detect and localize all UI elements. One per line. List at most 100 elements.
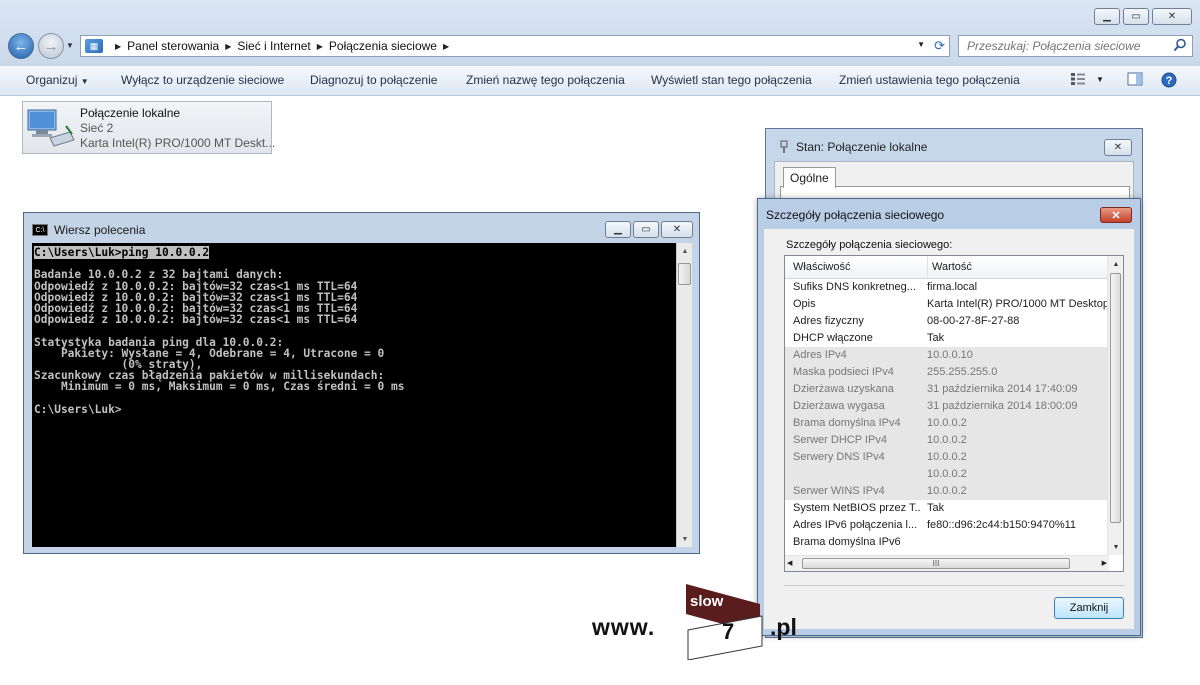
details-body: Szczegóły połączenia sieciowego: Właściw… <box>764 229 1134 629</box>
view-status-button[interactable]: Wyświetl stan tego połączenia <box>651 73 812 87</box>
control-panel-icon: ▦ <box>85 39 103 53</box>
details-row[interactable]: Dzierżawa wygasa 31 października 2014 18:… <box>785 398 1109 415</box>
details-divider <box>784 585 1124 586</box>
breadcrumb: ▶ Panel sterowania ▶ Sieć i Internet ▶ P… <box>115 39 450 53</box>
forward-button[interactable]: → <box>38 33 64 59</box>
cmd-line <box>34 325 674 336</box>
scroll-up-icon[interactable]: ▲ <box>677 243 693 259</box>
details-list-header: Właściwość Wartość <box>785 256 1109 279</box>
rename-button[interactable]: Zmień nazwę tego połączenia <box>466 73 625 87</box>
cmd-console-output[interactable]: C:\Users\Luk>ping 10.0.0.2 Badanie 10.0.… <box>32 243 676 547</box>
details-row[interactable]: Sufiks DNS konkretneg... firma.local <box>785 279 1109 296</box>
window-caption-buttons: ▁ ▭ ✕ <box>1094 8 1192 25</box>
details-row[interactable]: Serwer DHCP IPv4 10.0.0.2 <box>785 432 1109 449</box>
connection-network: Sieć 2 <box>80 121 114 135</box>
details-title: Szczegóły połączenia sieciowego <box>766 208 945 222</box>
cmd-icon: C:\ <box>32 224 48 236</box>
refresh-icon[interactable]: ⟳ <box>934 38 945 54</box>
minimize-button[interactable]: ▁ <box>1094 8 1120 25</box>
status-titlebar: Stan: Połączenie lokalne <box>778 140 927 154</box>
address-bar[interactable]: ▦ ▶ Panel sterowania ▶ Sieć i Internet ▶… <box>80 35 950 57</box>
cmd-scroll-thumb[interactable] <box>678 263 691 285</box>
change-settings-button[interactable]: Zmień ustawienia tego połączenia <box>839 73 1020 87</box>
breadcrumb-network-connections[interactable]: Połączenia sieciowe <box>329 39 437 53</box>
disable-device-button[interactable]: Wyłącz to urządzenie sieciowe <box>121 73 284 87</box>
details-hscroll-thumb[interactable]: III <box>802 558 1070 569</box>
breadcrumb-network-internet[interactable]: Sieć i Internet <box>237 39 310 53</box>
cmd-line: C:\Users\Luk> <box>34 402 122 416</box>
details-rows: Sufiks DNS konkretneg... firma.local Opis… <box>785 279 1109 551</box>
connection-adapter: Karta Intel(R) PRO/1000 MT Deskt... <box>80 136 276 150</box>
connection-details-dialog[interactable]: Szczegóły połączenia sieciowego ✕ Szczeg… <box>757 198 1141 636</box>
search-box[interactable] <box>958 35 1193 57</box>
details-row[interactable]: Serwery DNS IPv4 10.0.0.2 <box>785 449 1109 466</box>
maximize-button[interactable]: ▭ <box>1123 8 1149 25</box>
network-plug-icon <box>780 140 788 153</box>
diagnose-button[interactable]: Diagnozuj to połączenie <box>310 73 437 87</box>
column-header-value[interactable]: Wartość <box>927 256 972 278</box>
slow7-watermark-logo: www. slow 7 .pl <box>592 584 822 664</box>
details-row[interactable]: Brama domyślna IPv6 <box>785 534 1109 551</box>
back-button[interactable]: ← <box>8 33 34 59</box>
details-close-button[interactable]: ✕ <box>1100 207 1132 223</box>
cmd-line: Odpowiedź z 10.0.0.2: bajtów=32 czas<1 m… <box>34 313 358 327</box>
details-row[interactable]: Adres fizyczny 08-00-27-8F-27-88 <box>785 313 1109 330</box>
details-row[interactable]: Adres IPv4 10.0.0.10 <box>785 347 1109 364</box>
command-prompt-window[interactable]: C:\ Wiersz polecenia ▁ ▭ ✕ C:\Users\Luk>… <box>23 212 700 554</box>
scroll-right-icon[interactable]: ▶ <box>1102 559 1107 567</box>
breadcrumb-control-panel[interactable]: Panel sterowania <box>127 39 219 53</box>
details-vscroll-thumb[interactable] <box>1110 273 1121 523</box>
details-row[interactable]: Opis Karta Intel(R) PRO/1000 MT Desktop <box>785 296 1109 313</box>
cmd-minimize-button[interactable]: ▁ <box>605 221 631 238</box>
status-title: Stan: Połączenie lokalne <box>796 140 928 154</box>
details-row[interactable]: Brama domyślna IPv4 10.0.0.2 <box>785 415 1109 432</box>
details-row[interactable]: Serwer WINS IPv4 10.0.0.2 <box>785 483 1109 500</box>
scroll-down-icon[interactable]: ▼ <box>677 531 693 547</box>
close-dialog-button[interactable]: Zamknij <box>1054 597 1124 619</box>
cmd-scrollbar[interactable]: ▲ ▼ <box>676 243 692 547</box>
cmd-close-button[interactable]: ✕ <box>661 221 693 238</box>
help-icon[interactable]: ? <box>1161 72 1177 88</box>
cmd-titlebar: C:\ Wiersz polecenia <box>32 223 145 237</box>
column-header-property[interactable]: Właściwość <box>793 261 850 273</box>
close-button[interactable]: ✕ <box>1152 8 1192 25</box>
details-horizontal-scrollbar[interactable]: ◀ III ▶ <box>785 555 1109 571</box>
organize-menu[interactable]: Organizuj ▼ <box>26 73 89 87</box>
details-list[interactable]: Właściwość Wartość Sufiks DNS konkretneg… <box>784 255 1124 572</box>
view-dropdown-icon[interactable]: ▼ <box>1096 75 1104 84</box>
details-label: Szczegóły połączenia sieciowego: <box>786 239 953 251</box>
cmd-line: Badanie 10.0.0.2 z 32 bajtami danych: <box>34 268 284 282</box>
watermark-suffix: .pl <box>770 614 797 640</box>
scroll-left-icon[interactable]: ◀ <box>787 559 792 567</box>
tab-general[interactable]: Ogólne <box>783 167 836 188</box>
svg-text:?: ? <box>1166 75 1173 87</box>
preview-pane-icon[interactable] <box>1127 72 1143 86</box>
details-row[interactable]: DHCP włączone Tak <box>785 330 1109 347</box>
cmd-caption-buttons: ▁ ▭ ✕ <box>605 221 693 238</box>
cmd-maximize-button[interactable]: ▭ <box>633 221 659 238</box>
search-input[interactable] <box>965 38 1169 54</box>
watermark-badge-top: slow <box>690 593 724 610</box>
address-row: ← → ▼ ▦ ▶ Panel sterowania ▶ Sieć i Inte… <box>8 32 1193 60</box>
details-row[interactable]: System NetBIOS przez T... Tak <box>785 500 1109 517</box>
status-close-button[interactable]: ✕ <box>1104 139 1132 156</box>
scroll-up-icon[interactable]: ▲ <box>1108 256 1123 272</box>
recent-pages-dropdown[interactable]: ▼ <box>66 41 74 50</box>
network-connection-item[interactable]: Połączenie lokalne Sieć 2 Karta Intel(R)… <box>22 101 276 154</box>
cmd-line: C:\Users\Luk>ping 10.0.0.2 <box>34 246 210 259</box>
connection-name: Połączenie lokalne <box>80 106 181 120</box>
command-bar: Organizuj ▼ Wyłącz to urządzenie sieciow… <box>0 66 1200 96</box>
address-dropdown-icon[interactable]: ▼ <box>917 40 925 49</box>
cmd-title: Wiersz polecenia <box>54 223 146 237</box>
details-row[interactable]: Adres IPv6 połączenia l... fe80::d96:2c44… <box>785 517 1109 534</box>
search-icon[interactable] <box>1173 38 1187 52</box>
details-vertical-scrollbar[interactable]: ▲ ▼ <box>1107 256 1123 555</box>
details-row[interactable]: Maska podsieci IPv4 255.255.255.0 <box>785 364 1109 381</box>
details-row[interactable]: 10.0.0.2 <box>785 466 1109 483</box>
cmd-line: Minimum = 0 ms, Maksimum = 0 ms, Czas śr… <box>34 380 405 394</box>
view-options: ▼ <box>1070 72 1104 86</box>
scroll-down-icon[interactable]: ▼ <box>1108 539 1123 555</box>
network-adapter-icon <box>27 109 75 147</box>
details-row[interactable]: Dzierżawa uzyskana 31 października 2014 1… <box>785 381 1109 398</box>
change-view-icon[interactable] <box>1070 72 1088 86</box>
